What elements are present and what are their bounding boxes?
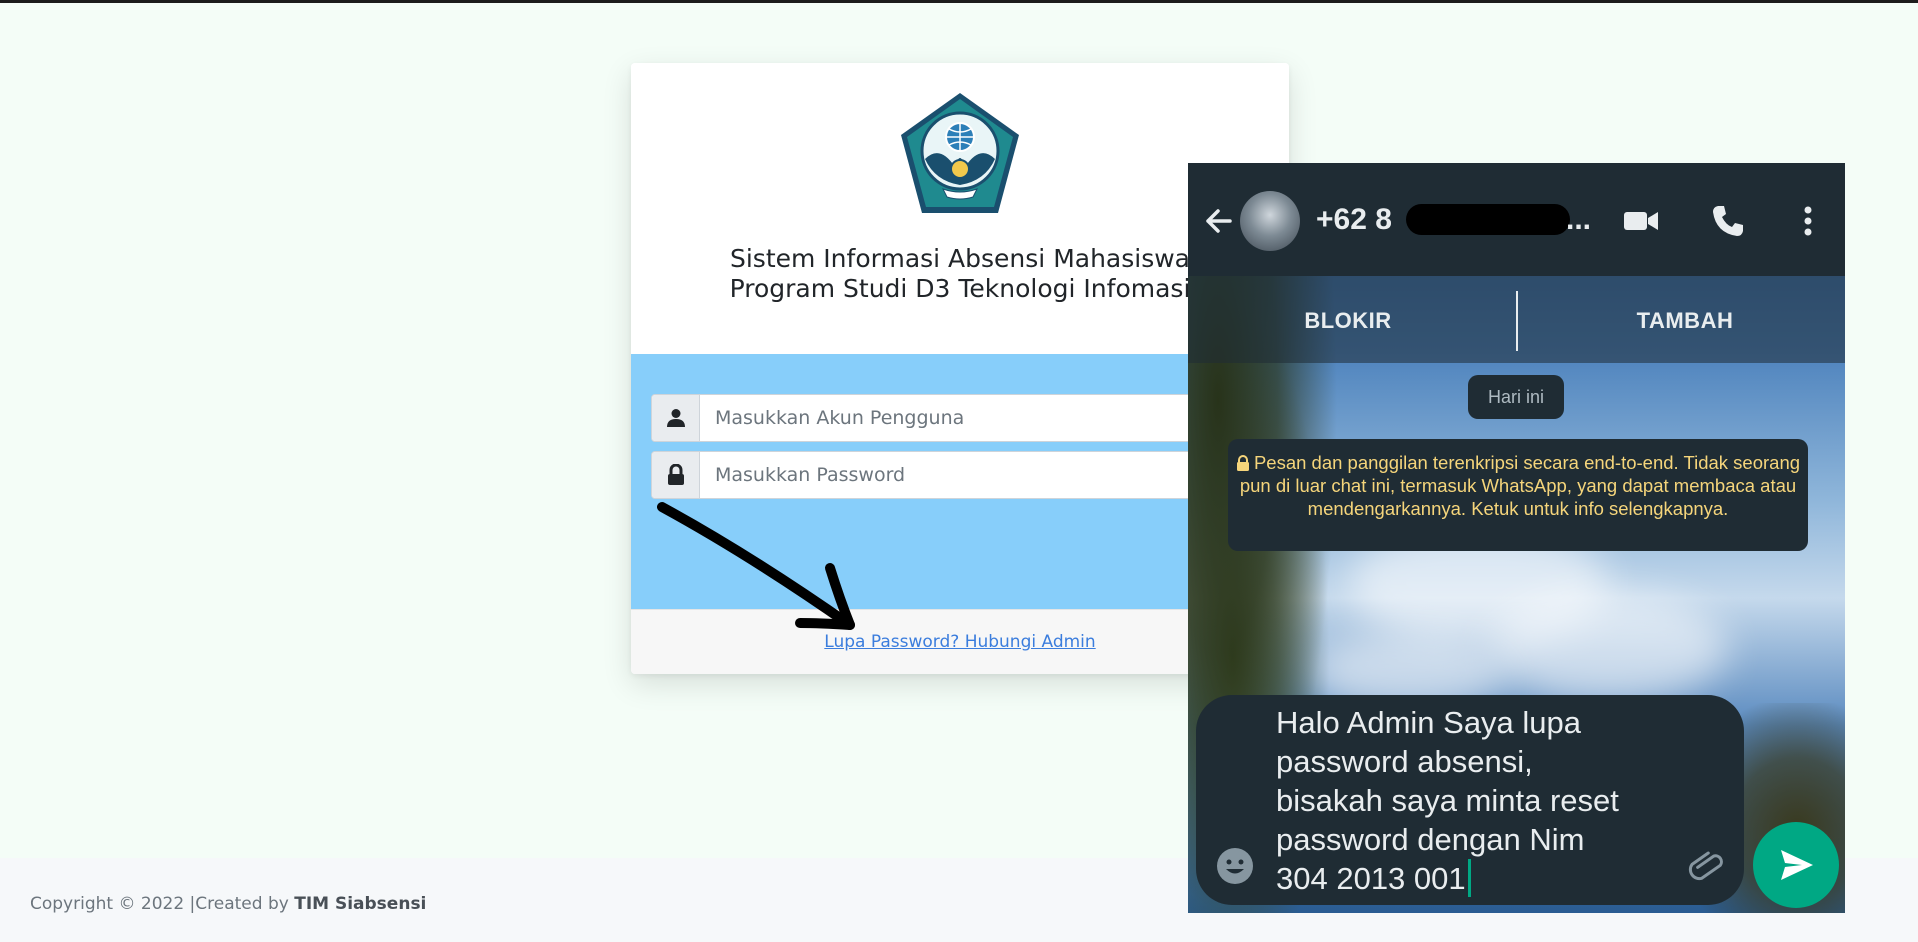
more-vert-icon[interactable] — [1788, 201, 1828, 241]
encryption-notice[interactable]: Pesan dan panggilan terenkripsi secara e… — [1228, 439, 1808, 551]
team-name: TIM Siabsensi — [294, 894, 427, 914]
polinema-logo — [901, 93, 1019, 213]
redaction-bar — [1406, 204, 1570, 235]
divider — [1516, 291, 1518, 351]
date-chip: Hari ini — [1468, 375, 1564, 419]
user-icon — [652, 395, 700, 441]
contact-number[interactable]: +62 8 — [1316, 203, 1392, 237]
contact-ellipsis: ... — [1566, 203, 1592, 236]
attach-icon[interactable] — [1686, 845, 1728, 887]
text-caret — [1467, 859, 1471, 897]
chat-header: +62 8 ... — [1188, 163, 1845, 276]
send-button[interactable] — [1753, 822, 1839, 908]
message-draft[interactable]: Halo Admin Saya lupa password absensi, b… — [1276, 703, 1696, 898]
message-input[interactable]: Halo Admin Saya lupa password absensi, b… — [1196, 695, 1744, 905]
lock-icon — [1236, 455, 1249, 471]
phone-icon[interactable] — [1708, 201, 1748, 241]
copyright-text: Copyright © 2022 |Created by TIM Siabsen… — [30, 894, 427, 914]
whatsapp-chat-screenshot: +62 8 ... BLOKIR TAMBAH Hari ini Pesan d… — [1188, 163, 1845, 913]
page-title: Sistem Informasi Absensi Mahasiswa Progr… — [729, 244, 1191, 303]
top-border — [0, 0, 1918, 3]
lock-icon — [652, 452, 700, 498]
back-arrow-icon[interactable] — [1200, 203, 1236, 239]
video-call-icon[interactable] — [1621, 201, 1661, 241]
chat-actions: BLOKIR TAMBAH — [1188, 276, 1845, 363]
avatar[interactable] — [1240, 191, 1300, 251]
send-icon — [1781, 850, 1813, 880]
block-button[interactable]: BLOKIR — [1188, 308, 1508, 334]
add-contact-button[interactable]: TAMBAH — [1525, 308, 1845, 334]
emoji-icon[interactable] — [1214, 845, 1256, 887]
